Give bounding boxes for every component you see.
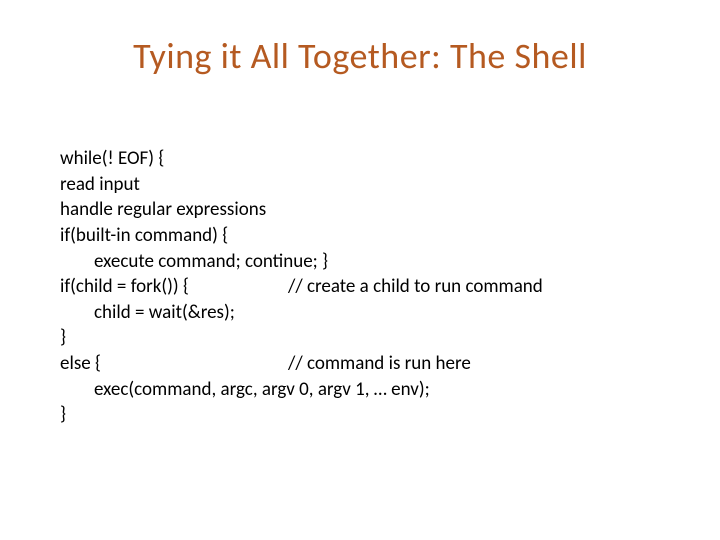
code-text: handle regular expressions bbox=[60, 198, 266, 221]
code-text: execute command; continue; } bbox=[94, 250, 328, 273]
code-line: exec(command, argc, argv 0, argv 1, … en… bbox=[60, 377, 660, 403]
code-text: read input bbox=[60, 173, 140, 196]
code-line: read input bbox=[60, 172, 660, 198]
code-line: } bbox=[60, 325, 660, 351]
code-text: } bbox=[60, 326, 66, 349]
code-line: execute command; continue; } bbox=[60, 249, 660, 275]
slide: Tying it All Together: The Shell while(!… bbox=[0, 0, 720, 540]
code-text: while(! EOF) { bbox=[60, 147, 164, 170]
code-line: while(! EOF) { bbox=[60, 146, 660, 172]
code-text: else { bbox=[60, 352, 101, 375]
code-text: child = wait(&res); bbox=[94, 301, 235, 324]
code-line: handle regular expressions bbox=[60, 197, 660, 223]
code-text: } bbox=[60, 403, 66, 426]
code-line: if(built-in command) { bbox=[60, 223, 660, 249]
code-line: child = wait(&res); bbox=[60, 300, 660, 326]
code-comment: // command is run here bbox=[288, 352, 471, 375]
code-line: if(child = fork()) { // create a child to… bbox=[60, 274, 660, 300]
code-line: else { // command is run here bbox=[60, 351, 660, 377]
code-text: if(child = fork()) { bbox=[60, 275, 189, 298]
code-line: } bbox=[60, 402, 660, 428]
code-block: while(! EOF) { read input handle regular… bbox=[60, 146, 660, 428]
code-text: if(built-in command) { bbox=[60, 224, 228, 247]
code-text: exec(command, argc, argv 0, argv 1, … en… bbox=[94, 378, 430, 401]
code-comment: // create a child to run command bbox=[288, 275, 543, 298]
slide-title: Tying it All Together: The Shell bbox=[0, 34, 720, 78]
